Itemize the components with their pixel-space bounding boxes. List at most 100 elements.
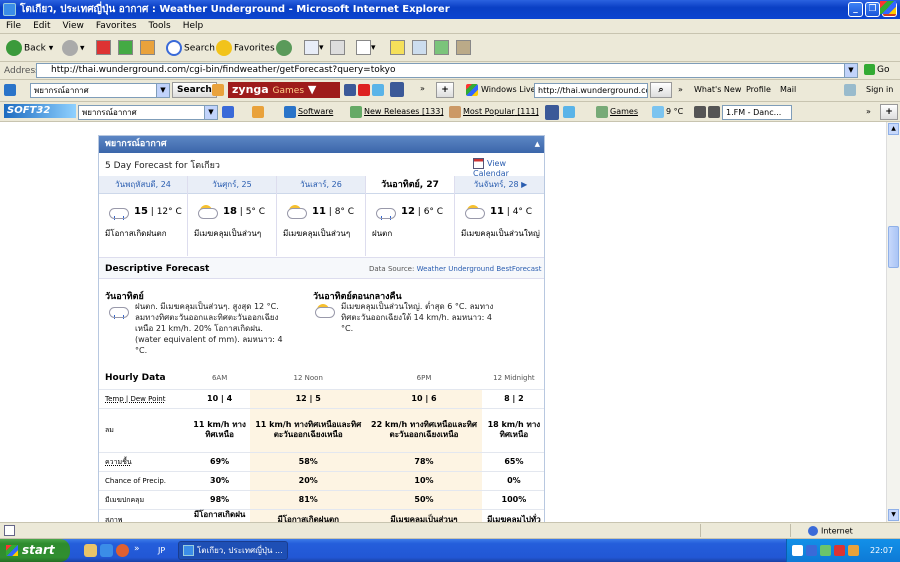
discuss-button[interactable] xyxy=(390,40,405,56)
windows-live-label[interactable]: Windows Live xyxy=(481,83,536,97)
messenger-button[interactable] xyxy=(434,40,449,56)
menu-favorites[interactable]: Favorites xyxy=(90,19,143,33)
new-releases-link[interactable]: New Releases [133] xyxy=(364,105,443,119)
address-dropdown-arrow[interactable]: ▼ xyxy=(844,64,857,77)
live-search-button[interactable]: ⌕ xyxy=(650,82,672,98)
facebook-notify-icon[interactable] xyxy=(390,82,404,97)
go-button[interactable]: Go xyxy=(864,64,889,75)
scroll-up-arrow[interactable]: ▲ xyxy=(888,123,899,135)
live-search-input[interactable]: http://thai.wunderground.com/c xyxy=(534,83,648,98)
scroll-down-arrow[interactable]: ▼ xyxy=(888,509,899,521)
soft32-chevron[interactable]: » xyxy=(866,105,871,119)
day-name[interactable]: วันจันทร์, 28 ▶ xyxy=(455,176,544,194)
next-arrow-icon[interactable]: ▶ xyxy=(521,180,527,189)
radio-play-icon[interactable] xyxy=(694,106,706,118)
zynga-games-button[interactable]: zynga Games ▼ xyxy=(228,82,340,98)
search-button[interactable]: Search xyxy=(166,40,215,57)
soft32-search-input[interactable]: พยากรณ์อากาศ ▼ xyxy=(78,105,218,120)
youtube-icon[interactable] xyxy=(358,84,370,96)
vertical-scrollbar[interactable] xyxy=(886,122,900,522)
forecast-day-selected[interactable]: วันอาทิตย์, 27 12 | 6° C ฝนตก xyxy=(366,176,455,256)
software-link[interactable]: Software xyxy=(298,105,333,119)
highlight-icon[interactable] xyxy=(212,84,224,96)
day-name[interactable]: วันเสาร์, 26 xyxy=(277,176,365,194)
data-source-link[interactable]: Weather Underground BestForecast xyxy=(417,265,542,273)
edit-button[interactable]: ▾ xyxy=(356,40,376,56)
day-name[interactable]: วันอาทิตย์, 27 xyxy=(366,176,454,194)
home-button[interactable] xyxy=(140,40,155,56)
add-button[interactable]: + xyxy=(436,82,454,98)
history-button[interactable] xyxy=(276,40,294,57)
temperature-readout[interactable]: 9 °C xyxy=(666,105,683,119)
radio-stop-icon[interactable] xyxy=(708,106,720,118)
back-button[interactable]: Back ▾ xyxy=(6,40,53,57)
tray-app-icon[interactable] xyxy=(820,545,831,556)
menu-tools[interactable]: Tools xyxy=(143,19,177,33)
mail-button[interactable]: ▾ xyxy=(304,40,324,56)
refresh-button[interactable] xyxy=(118,40,133,56)
checkbox-icon[interactable] xyxy=(844,84,856,96)
favorites-button[interactable]: Favorites xyxy=(216,40,275,57)
quicklaunch-ie-icon[interactable] xyxy=(100,544,113,557)
soft32-facebook-icon[interactable] xyxy=(545,105,559,120)
search-dropdown-arrow[interactable]: ▼ xyxy=(156,84,169,97)
menu-edit[interactable]: Edit xyxy=(27,19,56,33)
collapse-arrow-icon[interactable]: ▲ xyxy=(535,136,540,153)
address-input[interactable]: http://thai.wunderground.com/cgi-bin/fin… xyxy=(36,63,858,78)
soft32-dropdown-arrow[interactable]: ▼ xyxy=(204,106,217,119)
row-label[interactable]: Temp | Dew Point xyxy=(99,389,189,409)
soft32-search-icon[interactable] xyxy=(222,106,234,118)
menu-file[interactable]: File xyxy=(0,19,27,33)
forward-button[interactable]: ▾ xyxy=(62,40,85,57)
view-calendar-link[interactable]: View Calendar xyxy=(473,158,544,178)
row-label[interactable]: ความชื้น xyxy=(99,452,189,472)
taskbar-ie-window[interactable]: โตเกียว, ประเทศญี่ปุ่น ... xyxy=(178,541,288,560)
window-titlebar[interactable]: โตเกียว, ประเทศญี่ปุ่น อากาศ : Weather U… xyxy=(0,0,900,19)
security-zone[interactable]: Internet xyxy=(808,526,853,536)
quicklaunch-icon[interactable] xyxy=(84,544,97,557)
facebook-icon[interactable] xyxy=(344,84,356,96)
print-button[interactable] xyxy=(330,40,345,56)
most-popular-link[interactable]: Most Popular [111] xyxy=(463,105,539,119)
ie-app-icon[interactable] xyxy=(3,3,16,16)
day-name[interactable]: วันพฤหัสบดี, 24 xyxy=(99,176,187,194)
highlight-pen-icon[interactable] xyxy=(252,106,264,118)
mail-link[interactable]: Mail xyxy=(780,83,796,97)
forecast-day[interactable]: วันจันทร์, 28 ▶ 11 | 4° C มีเมฆคลุมเป็นส… xyxy=(455,176,544,256)
day-name[interactable]: วันศุกร์, 25 xyxy=(188,176,276,194)
menu-view[interactable]: View xyxy=(57,19,90,33)
toolbar-search-input[interactable]: พยากรณ์อากาศ ▼ xyxy=(30,83,170,98)
toolbar-search-button[interactable]: Search xyxy=(172,82,217,98)
toolbar-chevron[interactable]: » xyxy=(420,82,425,96)
forecast-day[interactable]: วันศุกร์, 25 18 | 5° C มีเมฆคลุมเป็นส่วน… xyxy=(188,176,277,256)
tray-antivirus-icon[interactable] xyxy=(834,545,845,556)
whats-new-link[interactable]: What's New xyxy=(694,83,741,97)
soft32-twitter-icon[interactable] xyxy=(563,106,575,118)
table-cell: 8 | 2 xyxy=(481,389,544,409)
forecast-day[interactable]: วันพฤหัสบดี, 24 15 | 12° C มีโอกาสเกิดฝน… xyxy=(99,176,188,256)
radio-station-select[interactable]: 1.FM - Danc... xyxy=(722,105,792,120)
tray-volume-icon[interactable] xyxy=(848,545,859,556)
soft32-add-button[interactable]: + xyxy=(880,104,898,120)
tray-network-icon[interactable] xyxy=(806,545,817,556)
stop-button[interactable] xyxy=(96,40,111,56)
tray-arrow-icon[interactable] xyxy=(792,545,803,556)
table-cell: 65% xyxy=(481,452,544,472)
quicklaunch-chevron[interactable]: » xyxy=(134,544,142,557)
sign-in-link[interactable]: Sign in xyxy=(866,83,893,97)
menu-help[interactable]: Help xyxy=(177,19,210,33)
language-indicator[interactable]: JP xyxy=(158,546,165,555)
quicklaunch-chrome-icon[interactable] xyxy=(116,544,129,557)
maximize-button[interactable]: ❐ xyxy=(865,2,880,17)
research-button[interactable] xyxy=(412,40,427,56)
profile-link[interactable]: Profile xyxy=(746,83,771,97)
minimize-button[interactable]: _ xyxy=(848,2,863,17)
day-temperature: 18 | 5° C xyxy=(223,206,266,217)
forecast-day[interactable]: วันเสาร์, 26 11 | 8° C มีเมฆคลุมเป็นส่วน… xyxy=(277,176,366,256)
games-link[interactable]: Games xyxy=(610,105,638,119)
twitter-icon[interactable] xyxy=(372,84,384,96)
live-chevron[interactable]: » xyxy=(678,83,683,97)
soft32-logo[interactable]: SOFT32 xyxy=(4,104,76,118)
extra-tool-button[interactable] xyxy=(456,40,471,56)
scrollbar-thumb[interactable] xyxy=(888,226,899,268)
